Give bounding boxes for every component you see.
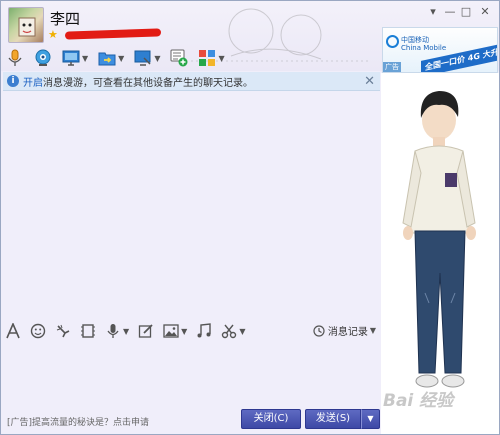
- image-button[interactable]: ▼: [163, 323, 187, 339]
- chevron-down-icon: ▼: [118, 53, 125, 63]
- ad-brand-en: China Mobile: [401, 44, 447, 52]
- poke-icon: [56, 324, 70, 338]
- emoji-icon: [30, 323, 46, 339]
- message-input[interactable]: [3, 344, 380, 404]
- contact-name[interactable]: 李四: [50, 8, 80, 29]
- clock-icon: [313, 324, 325, 337]
- input-toolbar: ▼ ▼ ▼ 消息记录 ▼: [5, 319, 380, 343]
- voice-call-button[interactable]: [6, 49, 24, 67]
- chevron-down-icon: ▼: [369, 326, 376, 335]
- chat-window: 李四 ★ ▾ — □ ✕ ▼ ▼ ▼ ▼ 中国移动 China Mobile 全…: [0, 0, 500, 435]
- remote-desktop-icon: [62, 50, 80, 66]
- history-label: 消息记录: [327, 327, 368, 338]
- menu-button[interactable]: ▾: [425, 5, 441, 19]
- remote-desktop-button[interactable]: ▼: [62, 49, 88, 67]
- ad-banner-top[interactable]: 中国移动 China Mobile 全国一口价 4G 大升级 广告: [382, 27, 498, 73]
- roaming-notice-bar: i 开启 消息漫游，可查看在其他设备产生的聊天记录。 ✕: [3, 72, 380, 91]
- create-group-button[interactable]: [170, 49, 188, 67]
- voice-message-button[interactable]: ▼: [105, 323, 129, 339]
- close-button[interactable]: 关闭(C): [241, 409, 301, 429]
- chevron-down-icon: ▼: [82, 53, 89, 63]
- avatar-show-panel[interactable]: [381, 73, 499, 434]
- contact-avatar[interactable]: [8, 7, 44, 43]
- chat-toolbar: ▼ ▼ ▼ ▼: [6, 47, 235, 69]
- close-icon[interactable]: ✕: [364, 74, 375, 89]
- doodle-icon: [139, 324, 153, 338]
- chevron-down-icon: ▼: [181, 326, 188, 336]
- watermark: Bai 经验: [383, 391, 454, 411]
- screen-share-button[interactable]: ▼: [134, 49, 160, 67]
- screenshot-icon: [222, 324, 237, 339]
- chevron-down-icon: ▼: [154, 53, 161, 63]
- microphone-icon: [8, 49, 22, 66]
- voice-icon: [107, 324, 119, 338]
- message-history-area[interactable]: [3, 91, 380, 315]
- star-icon: ★: [48, 28, 58, 41]
- footer-ad-link[interactable]: [广告]提高流量的秘诀是？点击申请: [7, 415, 149, 428]
- doodle-button[interactable]: [138, 323, 154, 339]
- apps-icon: [199, 50, 216, 66]
- video-clip-icon: [81, 324, 95, 338]
- font-icon: [6, 323, 20, 339]
- file-transfer-icon: [98, 52, 116, 66]
- music-icon: [197, 323, 212, 338]
- minimize-button[interactable]: —: [442, 5, 458, 19]
- avatar-character: [402, 91, 476, 388]
- emoji-button[interactable]: [30, 323, 46, 339]
- create-group-icon: [170, 49, 188, 67]
- maximize-button[interactable]: □: [458, 5, 474, 19]
- poke-button[interactable]: [55, 323, 71, 339]
- apps-button[interactable]: ▼: [198, 49, 225, 67]
- ad-brand: 中国移动 China Mobile: [401, 36, 446, 52]
- chevron-down-icon: ▼: [218, 53, 225, 63]
- ad-brand-cn: 中国移动: [401, 36, 429, 44]
- send-button[interactable]: 发送(S): [305, 409, 361, 429]
- send-options-button[interactable]: ▼: [361, 409, 380, 429]
- ad-tag: 广告: [383, 62, 401, 72]
- info-icon: i: [7, 75, 19, 87]
- video-camera-icon: [35, 49, 51, 66]
- message-history-button[interactable]: 消息记录 ▼: [313, 323, 376, 338]
- file-transfer-button[interactable]: ▼: [98, 49, 124, 67]
- chevron-down-icon: ▼: [123, 326, 130, 336]
- notice-text: 消息漫游，可查看在其他设备产生的聊天记录。: [43, 77, 253, 89]
- chevron-down-icon: ▼: [239, 326, 246, 336]
- screen-share-icon: [134, 50, 151, 66]
- image-icon: [163, 324, 179, 338]
- video-call-button[interactable]: [34, 49, 52, 67]
- font-button[interactable]: [5, 323, 21, 339]
- close-window-button[interactable]: ✕: [477, 5, 493, 19]
- music-button[interactable]: [196, 323, 212, 339]
- video-clip-button[interactable]: [80, 323, 96, 339]
- screenshot-button[interactable]: ▼: [221, 323, 245, 339]
- redacted-signature: [64, 28, 162, 40]
- enable-roaming-link[interactable]: 开启: [23, 74, 43, 89]
- china-mobile-logo: [386, 35, 399, 48]
